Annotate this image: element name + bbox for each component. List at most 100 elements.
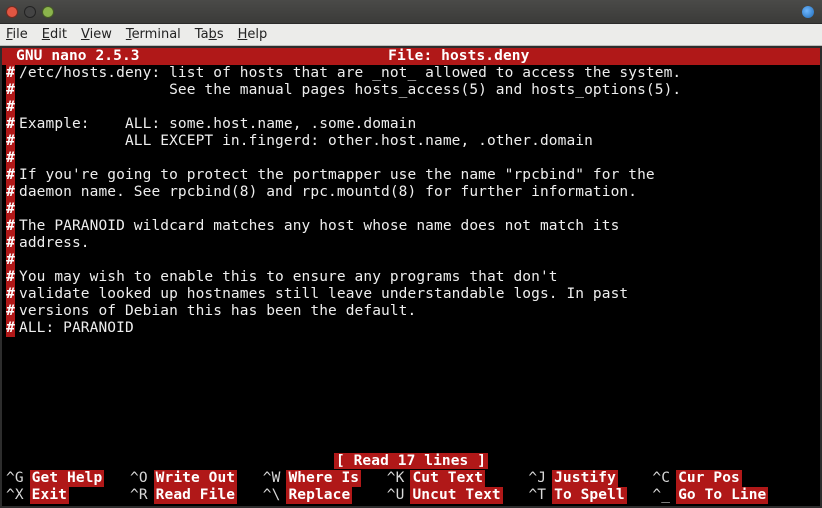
gutter-hash: #	[6, 116, 15, 133]
editor-line-text: Example: ALL: some.host.name, .some.doma…	[15, 116, 416, 133]
shortcut-label: Go To Line	[676, 487, 768, 504]
gutter-hash: #	[6, 235, 15, 252]
nano-shortcut-bar: ^GGet Help ^O Write Out ^W Where Is ^K Cut …	[2, 470, 820, 506]
gutter-hash: #	[6, 184, 15, 201]
shortcut-key: ^O	[130, 470, 148, 487]
gutter-hash: #	[6, 320, 15, 337]
gutter-hash: #	[6, 201, 15, 218]
editor-line-text	[15, 252, 19, 269]
shortcut-key: ^R	[130, 487, 148, 504]
editor-line: #ALL: PARANOID	[6, 320, 816, 337]
terminal[interactable]: GNU nano 2.5.3 File: hosts.deny #/etc/ho…	[2, 48, 820, 506]
gutter-hash: #	[6, 286, 15, 303]
shortcut-where-is[interactable]: ^W Where Is	[263, 470, 361, 487]
shortcut-label: Cur Pos	[676, 470, 742, 487]
menu-bar: File Edit View Terminal Tabs Help	[0, 24, 822, 46]
editor-body[interactable]: #/etc/hosts.deny: list of hosts that are…	[2, 65, 820, 453]
shortcut-label: Where Is	[286, 470, 361, 487]
shortcut-key: ^X	[6, 487, 24, 504]
gutter-hash: #	[6, 303, 15, 320]
editor-line-text: /etc/hosts.deny: list of hosts that are …	[15, 65, 681, 82]
menu-terminal[interactable]: Terminal	[126, 27, 181, 42]
shortcut-key: ^C	[652, 470, 670, 487]
editor-line: #	[6, 252, 816, 269]
editor-line: #	[6, 99, 816, 116]
gutter-hash: #	[6, 133, 15, 150]
shortcut-label: Read File	[154, 487, 237, 504]
nano-status-line: [ Read 17 lines ]	[2, 453, 820, 470]
editor-line: #The PARANOID wildcard matches any host …	[6, 218, 816, 235]
gutter-hash: #	[6, 150, 15, 167]
gutter-hash: #	[6, 82, 15, 99]
gutter-hash: #	[6, 65, 15, 82]
editor-line-text	[15, 150, 19, 167]
editor-line-text: validate looked up hostnames still leave…	[15, 286, 628, 303]
editor-line: #address.	[6, 235, 816, 252]
editor-line: #versions of Debian this has been the de…	[6, 303, 816, 320]
shortcut-label: Get Help	[30, 470, 105, 487]
shortcut-label: Write Out	[154, 470, 237, 487]
menu-view[interactable]: View	[81, 27, 112, 42]
editor-line-text	[15, 99, 19, 116]
window-indicator-icon	[802, 6, 814, 18]
editor-line: #daemon name. See rpcbind(8) and rpc.mou…	[6, 184, 816, 201]
editor-line-text: The PARANOID wildcard matches any host w…	[15, 218, 619, 235]
nano-version: GNU nano 2.5.3	[4, 48, 140, 65]
shortcut-label: Cut Text	[410, 470, 485, 487]
editor-line-text: daemon name. See rpcbind(8) and rpc.moun…	[15, 184, 637, 201]
shortcut-cur-pos[interactable]: ^C Cur Pos	[652, 470, 741, 487]
shortcut-cut-text[interactable]: ^K Cut Text	[387, 470, 485, 487]
menu-tabs[interactable]: Tabs	[195, 27, 224, 42]
gutter-hash: #	[6, 252, 15, 269]
shortcut-key: ^U	[387, 487, 405, 504]
window-close-button[interactable]	[6, 6, 18, 18]
editor-line-text: If you're going to protect the portmappe…	[15, 167, 655, 184]
editor-line-text: You may wish to enable this to ensure an…	[15, 269, 558, 286]
shortcut-write-out[interactable]: ^O Write Out	[130, 470, 237, 487]
gutter-hash: #	[6, 167, 15, 184]
shortcut-label: Justify	[552, 470, 618, 487]
menu-file[interactable]: File	[6, 27, 28, 42]
shortcut-key: ^W	[263, 470, 281, 487]
editor-line-text: ALL: PARANOID	[15, 320, 134, 337]
shortcut-label: Uncut Text	[410, 487, 502, 504]
gutter-hash: #	[6, 99, 15, 116]
shortcut-uncut-text[interactable]: ^U Uncut Text	[387, 487, 503, 504]
window-minimize-button[interactable]	[24, 6, 36, 18]
editor-line: #Example: ALL: some.host.name, .some.dom…	[6, 116, 816, 133]
shortcut-row-2: ^X Exit ^R Read File ^\ Replace ^U Uncut Tex…	[6, 487, 816, 504]
shortcut-to-spell[interactable]: ^T To Spell	[528, 487, 626, 504]
shortcut-justify[interactable]: ^J Justify	[528, 470, 617, 487]
shortcut-key: ^J	[528, 470, 546, 487]
shortcut-exit[interactable]: ^X Exit	[6, 487, 69, 504]
shortcut-read-file[interactable]: ^R Read File	[130, 487, 237, 504]
window-maximize-button[interactable]	[42, 6, 54, 18]
editor-line-text	[15, 201, 19, 218]
nano-titlebar: GNU nano 2.5.3 File: hosts.deny	[2, 48, 820, 65]
editor-line-text: address.	[15, 235, 90, 252]
shortcut-key: ^T	[528, 487, 546, 504]
shortcut-key: ^\	[263, 487, 281, 504]
shortcut-go-to-line[interactable]: ^_ Go To Line	[652, 487, 768, 504]
shortcut-label: To Spell	[552, 487, 627, 504]
shortcut-label: Exit	[30, 487, 69, 504]
shortcut-get-help[interactable]: ^GGet Help	[6, 470, 104, 487]
editor-line: #	[6, 150, 816, 167]
editor-line-text: ALL EXCEPT in.fingerd: other.host.name, …	[15, 133, 593, 150]
editor-line: #/etc/hosts.deny: list of hosts that are…	[6, 65, 816, 82]
editor-line: #If you're going to protect the portmapp…	[6, 167, 816, 184]
editor-line: #	[6, 201, 816, 218]
shortcut-replace[interactable]: ^\ Replace	[263, 487, 352, 504]
gutter-hash: #	[6, 269, 15, 286]
terminal-frame: GNU nano 2.5.3 File: hosts.deny #/etc/ho…	[0, 46, 822, 508]
menu-help[interactable]: Help	[238, 27, 268, 42]
shortcut-label: Replace	[286, 487, 352, 504]
gutter-hash: #	[6, 218, 15, 235]
nano-file-label: File: hosts.deny	[140, 48, 778, 65]
shortcut-key: ^_	[652, 487, 670, 504]
shortcut-row-1: ^GGet Help ^O Write Out ^W Where Is ^K Cut …	[6, 470, 816, 487]
shortcut-key: ^K	[387, 470, 405, 487]
editor-line: # See the manual pages hosts_access(5) a…	[6, 82, 816, 99]
menu-edit[interactable]: Edit	[42, 27, 67, 42]
editor-line-text: versions of Debian this has been the def…	[15, 303, 416, 320]
